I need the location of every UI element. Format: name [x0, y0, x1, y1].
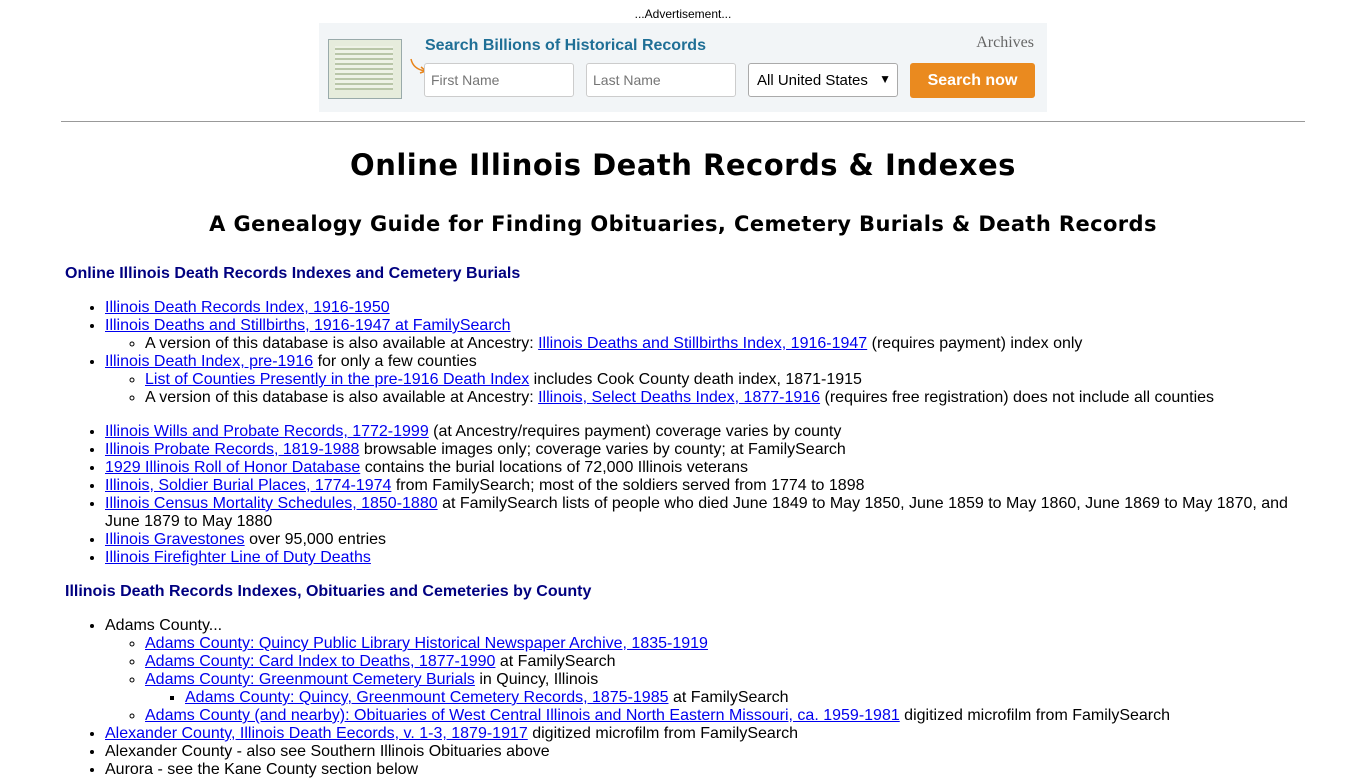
sub-list: Adams County: Quincy Public Library Hist…	[105, 635, 1305, 725]
list-item: Illinois Death Index, pre-1916 for only …	[105, 353, 1305, 407]
item-text: for only a few counties	[313, 353, 477, 370]
link[interactable]: Illinois Wills and Probate Records, 1772…	[105, 423, 429, 440]
list-item: Illinois Probate Records, 1819-1988 brow…	[105, 441, 1305, 459]
divider	[61, 121, 1305, 122]
link[interactable]: Illinois, Select Deaths Index, 1877-1916	[538, 389, 820, 406]
list-item: 1929 Illinois Roll of Honor Database con…	[105, 459, 1305, 477]
page-title: Online Illinois Death Records & Indexes	[350, 148, 1016, 182]
list-item: Illinois Wills and Probate Records, 1772…	[105, 423, 1305, 441]
link[interactable]: Illinois Death Records Index, 1916-1950	[105, 299, 390, 316]
list-item: Illinois, Soldier Burial Places, 1774-19…	[105, 477, 1305, 495]
item-text: A version of this database is also avail…	[145, 389, 539, 406]
link[interactable]: Adams County: Card Index to Deaths, 1877…	[145, 653, 495, 670]
link[interactable]: Illinois Gravestones	[105, 531, 245, 548]
list-item: List of Counties Presently in the pre-19…	[145, 371, 1305, 389]
item-text: contains the burial locations of 72,000 …	[360, 459, 749, 476]
link[interactable]: Illinois Death Index, pre-1916	[105, 353, 313, 370]
item-text: Alexander County - also see Southern Ill…	[105, 743, 550, 760]
ad-caption: ...Advertisement...	[634, 7, 732, 21]
sub-list: A version of this database is also avail…	[105, 335, 1305, 353]
list-item: Adams County: Greenmount Cemetery Burial…	[145, 671, 1305, 707]
link[interactable]: 1929 Illinois Roll of Honor Database	[105, 459, 360, 476]
link[interactable]: Adams County (and nearby): Obituaries of…	[145, 707, 900, 724]
link[interactable]: Illinois Probate Records, 1819-1988	[105, 441, 359, 458]
list-item: Adams County: Card Index to Deaths, 1877…	[145, 653, 1305, 671]
list-item: Illinois Gravestones over 95,000 entries	[105, 531, 1305, 549]
list-item: Illinois Death Records Index, 1916-1950	[105, 299, 1305, 317]
archives-logo: Archives	[976, 34, 1034, 51]
list-item: Adams County: Quincy, Greenmount Cemeter…	[185, 689, 1305, 707]
item-text: A version of this database is also avail…	[145, 335, 539, 352]
main-content: Online Illinois Death Records Indexes an…	[65, 265, 1305, 779]
item-text: (at Ancestry/requires payment) coverage …	[428, 423, 842, 440]
link[interactable]: Adams County: Quincy, Greenmount Cemeter…	[185, 689, 669, 706]
item-text: includes Cook County death index, 1871-1…	[529, 371, 862, 388]
location-select[interactable]: All United States ▼	[748, 63, 898, 97]
statewide-records-list-2: Illinois Wills and Probate Records, 1772…	[65, 423, 1305, 567]
list-item: Adams County: Quincy Public Library Hist…	[145, 635, 1305, 653]
document-thumbnail-image	[328, 39, 402, 99]
list-item: Illinois Census Mortality Schedules, 185…	[105, 495, 1305, 531]
page-subtitle: A Genealogy Guide for Finding Obituaries…	[209, 212, 1157, 236]
list-item: Aurora - see the Kane County section bel…	[105, 761, 1305, 779]
item-text: Aurora - see the Kane County section bel…	[105, 761, 419, 778]
link[interactable]: Alexander County, Illinois Death Eecords…	[105, 725, 528, 742]
location-select-value: All United States	[757, 72, 868, 89]
county-records-list: Adams County... Adams County: Quincy Pub…	[65, 617, 1305, 779]
item-text: (requires free registration) does not in…	[820, 389, 1215, 406]
item-text: at FamilySearch	[668, 689, 789, 706]
sub-list: List of Counties Presently in the pre-19…	[105, 371, 1305, 407]
item-text: at FamilySearch	[495, 653, 616, 670]
link[interactable]: Illinois Census Mortality Schedules, 185…	[105, 495, 438, 512]
link[interactable]: Illinois Deaths and Stillbirths Index, 1…	[538, 335, 867, 352]
item-text: in Quincy, Illinois	[474, 671, 599, 688]
chevron-down-icon: ▼	[879, 72, 891, 86]
first-name-input[interactable]	[424, 63, 574, 97]
item-text: from FamilySearch; most of the soldiers …	[391, 477, 865, 494]
link[interactable]: Illinois Firefighter Line of Duty Deaths	[105, 549, 371, 566]
item-text: over 95,000 entries	[244, 531, 387, 548]
item-text: digitized microfilm from FamilySearch	[527, 725, 799, 742]
link[interactable]: List of Counties Presently in the pre-19…	[145, 371, 529, 388]
last-name-input[interactable]	[586, 63, 736, 97]
item-text: digitized microfilm from FamilySearch	[899, 707, 1171, 724]
item-text: Adams County...	[105, 617, 223, 634]
statewide-records-list: Illinois Death Records Index, 1916-1950 …	[65, 299, 1305, 407]
ad-headline: Search Billions of Historical Records	[425, 37, 706, 54]
search-now-button[interactable]: Search now	[910, 63, 1035, 98]
item-text: (requires payment) index only	[867, 335, 1083, 352]
list-item: A version of this database is also avail…	[145, 389, 1305, 407]
sub-list: Adams County: Quincy, Greenmount Cemeter…	[145, 689, 1305, 707]
advertisement-banner[interactable]: Search Billions of Historical Records Ar…	[319, 23, 1047, 112]
link[interactable]: Adams County: Quincy Public Library Hist…	[145, 635, 708, 652]
link[interactable]: Illinois, Soldier Burial Places, 1774-19…	[105, 477, 391, 494]
section-heading-statewide: Online Illinois Death Records Indexes an…	[65, 265, 521, 282]
list-item: Illinois Firefighter Line of Duty Deaths	[105, 549, 1305, 567]
list-item: Alexander County, Illinois Death Eecords…	[105, 725, 1305, 743]
item-text: browsable images only; coverage varies b…	[359, 441, 846, 458]
list-item: Adams County... Adams County: Quincy Pub…	[105, 617, 1305, 725]
list-item: A version of this database is also avail…	[145, 335, 1305, 353]
list-item: Alexander County - also see Southern Ill…	[105, 743, 1305, 761]
list-item: Adams County (and nearby): Obituaries of…	[145, 707, 1305, 725]
list-item: Illinois Deaths and Stillbirths, 1916-19…	[105, 317, 1305, 353]
section-heading-by-county: Illinois Death Records Indexes, Obituari…	[65, 583, 592, 600]
link[interactable]: Illinois Deaths and Stillbirths, 1916-19…	[105, 317, 511, 334]
link[interactable]: Adams County: Greenmount Cemetery Burial…	[145, 671, 475, 688]
